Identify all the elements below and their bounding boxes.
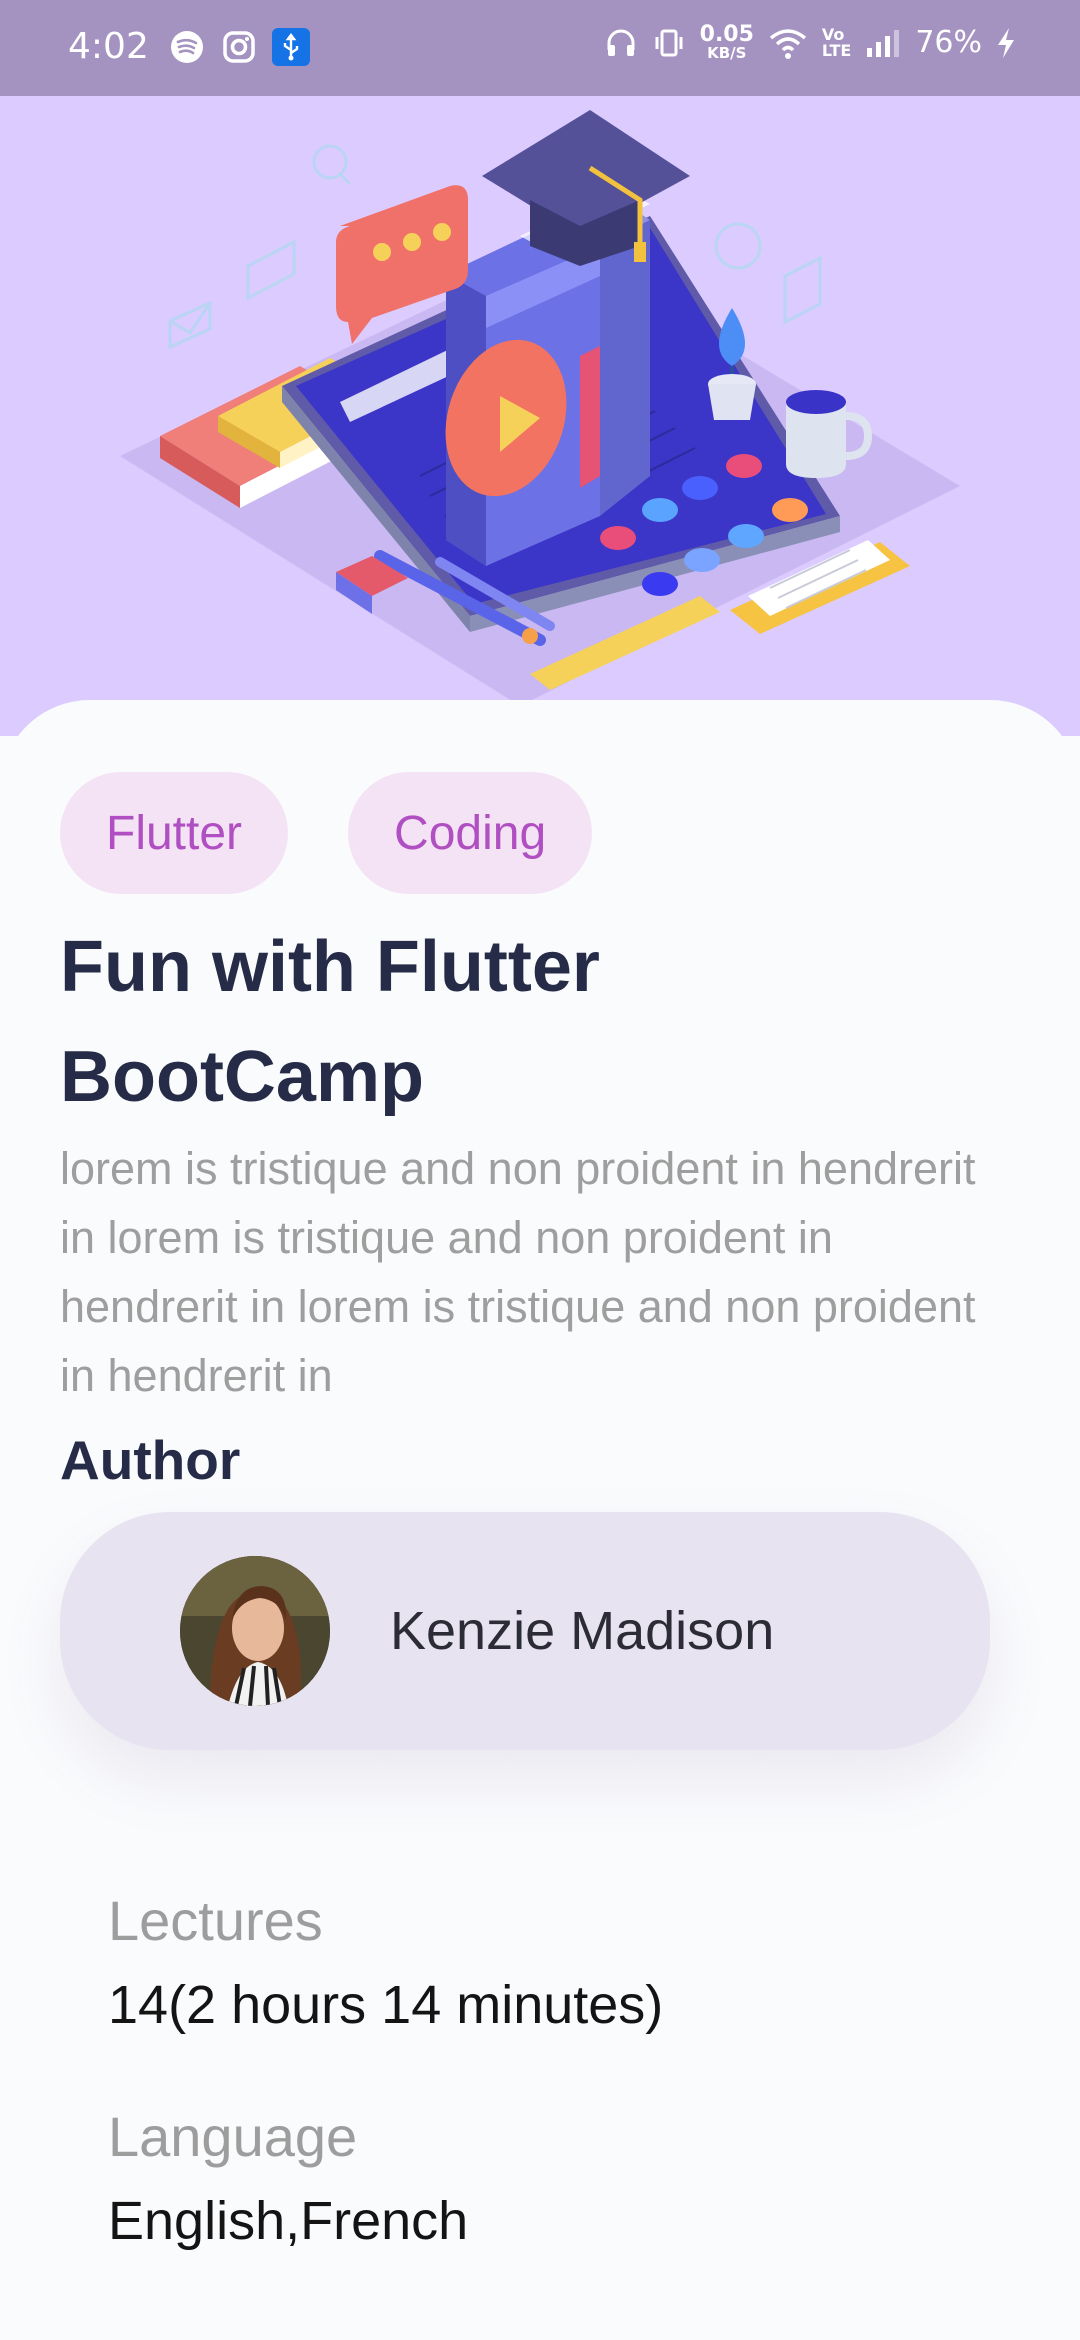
charging-bolt-icon (998, 27, 1014, 58)
status-bar: 4:02 0.05 KB/S Vo LTE 76% (0, 0, 1080, 96)
course-description: lorem is tristique and non proident in h… (60, 1143, 976, 1401)
wifi-icon (769, 28, 807, 59)
lectures-label: Lectures (108, 1889, 323, 1952)
language-label: Language (108, 2105, 358, 2168)
instagram-icon (220, 28, 258, 66)
course-title: Fun with Flutter BootCamp (60, 927, 600, 1117)
status-right-icons: 0.05 KB/S Vo LTE 76% (604, 24, 1016, 61)
vibrate-icon (655, 29, 683, 56)
lectures-value: 14(2 hours 14 minutes) (108, 1975, 664, 2035)
tag-chip-flutter[interactable]: Flutter (60, 772, 289, 894)
author-avatar (180, 1556, 330, 1706)
author-name: Kenzie Madison (390, 1601, 775, 1661)
battery-percent: 76% (915, 25, 982, 60)
tag-list: Flutter Coding (60, 772, 593, 894)
spotify-icon (168, 28, 206, 66)
usb-icon (272, 28, 310, 66)
status-time: 4:02 (68, 26, 149, 67)
author-card[interactable]: Kenzie Madison (60, 1512, 990, 1750)
network-speed-value: 0.05 (699, 22, 754, 47)
volte-indicator: Vo LTE (821, 26, 852, 60)
signal-icon (867, 29, 900, 57)
status-left-icons (168, 28, 310, 66)
headphones-icon (607, 29, 635, 56)
hero-illustration (0, 96, 1080, 736)
network-speed: 0.05 KB/S (700, 24, 754, 61)
volte-bottom: LTE (821, 40, 852, 60)
author-heading: Author (60, 1429, 241, 1491)
network-speed-unit: KB/S (707, 44, 747, 62)
tag-chip-coding[interactable]: Coding (348, 772, 593, 894)
language-value: English,French (108, 2191, 469, 2251)
